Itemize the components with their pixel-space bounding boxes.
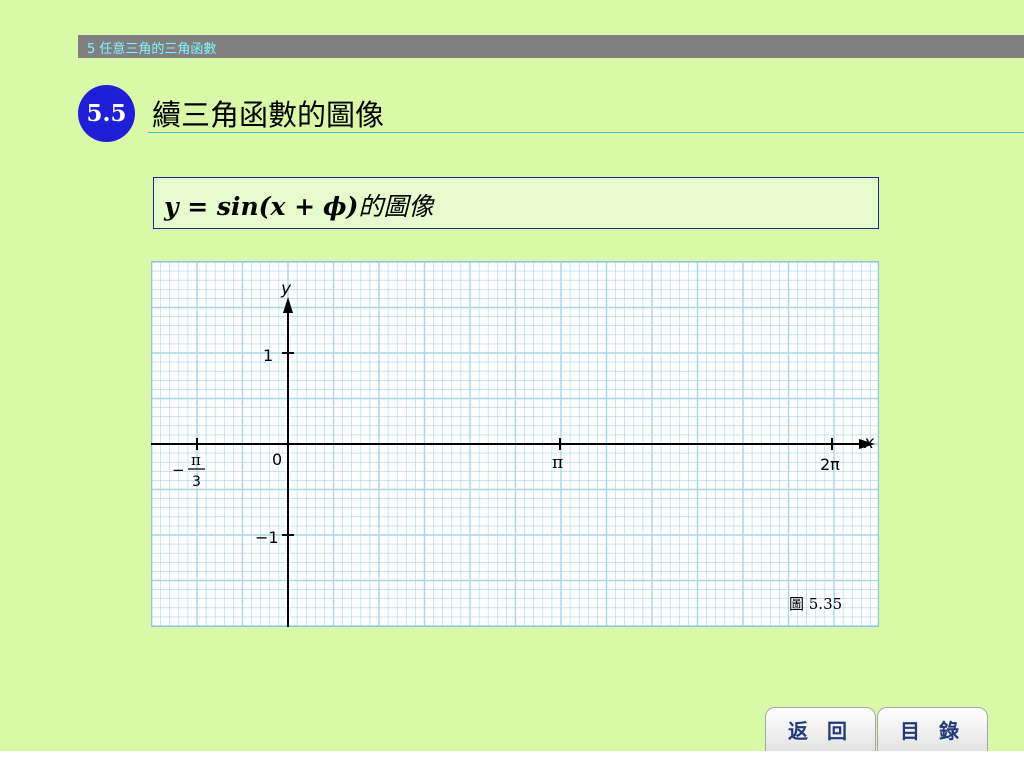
- x-tick-label-2pi: 2π: [820, 455, 840, 474]
- section-title: 續三角函數的圖像: [152, 98, 385, 132]
- formula-suffix: 的圖像: [358, 192, 434, 221]
- formula-box: y = sin(x + ϕ)的圖像: [153, 177, 879, 229]
- title-underline: [148, 132, 1024, 133]
- neg-pi3-minus: −: [172, 461, 185, 479]
- chapter-header-bar: 5 任意三角的三角函數: [78, 35, 1024, 58]
- x-tick-label-pi: π: [552, 453, 563, 473]
- x-axis-label: x: [863, 433, 875, 453]
- formula-text: y = sin(x + ϕ)的圖像: [164, 187, 433, 223]
- section-number-badge: 5.5: [78, 85, 135, 142]
- neg-pi3-numerator: π: [191, 451, 201, 469]
- section-number: 5.5: [86, 100, 127, 127]
- graph-svg: x y 1 −1 0 π 2π − π 3 圖 5.35: [151, 261, 879, 627]
- formula-close: ): [346, 192, 359, 221]
- y-axis-label: y: [280, 279, 292, 299]
- y-tick-label-1: 1: [263, 346, 273, 365]
- y-tick-label-neg1: −1: [255, 528, 279, 547]
- figure-caption: 圖 5.35: [789, 595, 842, 613]
- origin-label: 0: [272, 450, 282, 469]
- neg-pi3-denominator: 3: [192, 474, 201, 490]
- formula-phi: ϕ: [322, 192, 347, 221]
- formula-math: y = sin(x +: [164, 192, 316, 221]
- graph-paper: x y 1 −1 0 π 2π − π 3 圖 5.35: [151, 261, 879, 627]
- contents-button[interactable]: 目 錄: [877, 707, 988, 751]
- back-button[interactable]: 返 回: [765, 707, 876, 751]
- bottom-strip: [0, 751, 1024, 768]
- chapter-label: 5 任意三角的三角函數: [87, 42, 217, 57]
